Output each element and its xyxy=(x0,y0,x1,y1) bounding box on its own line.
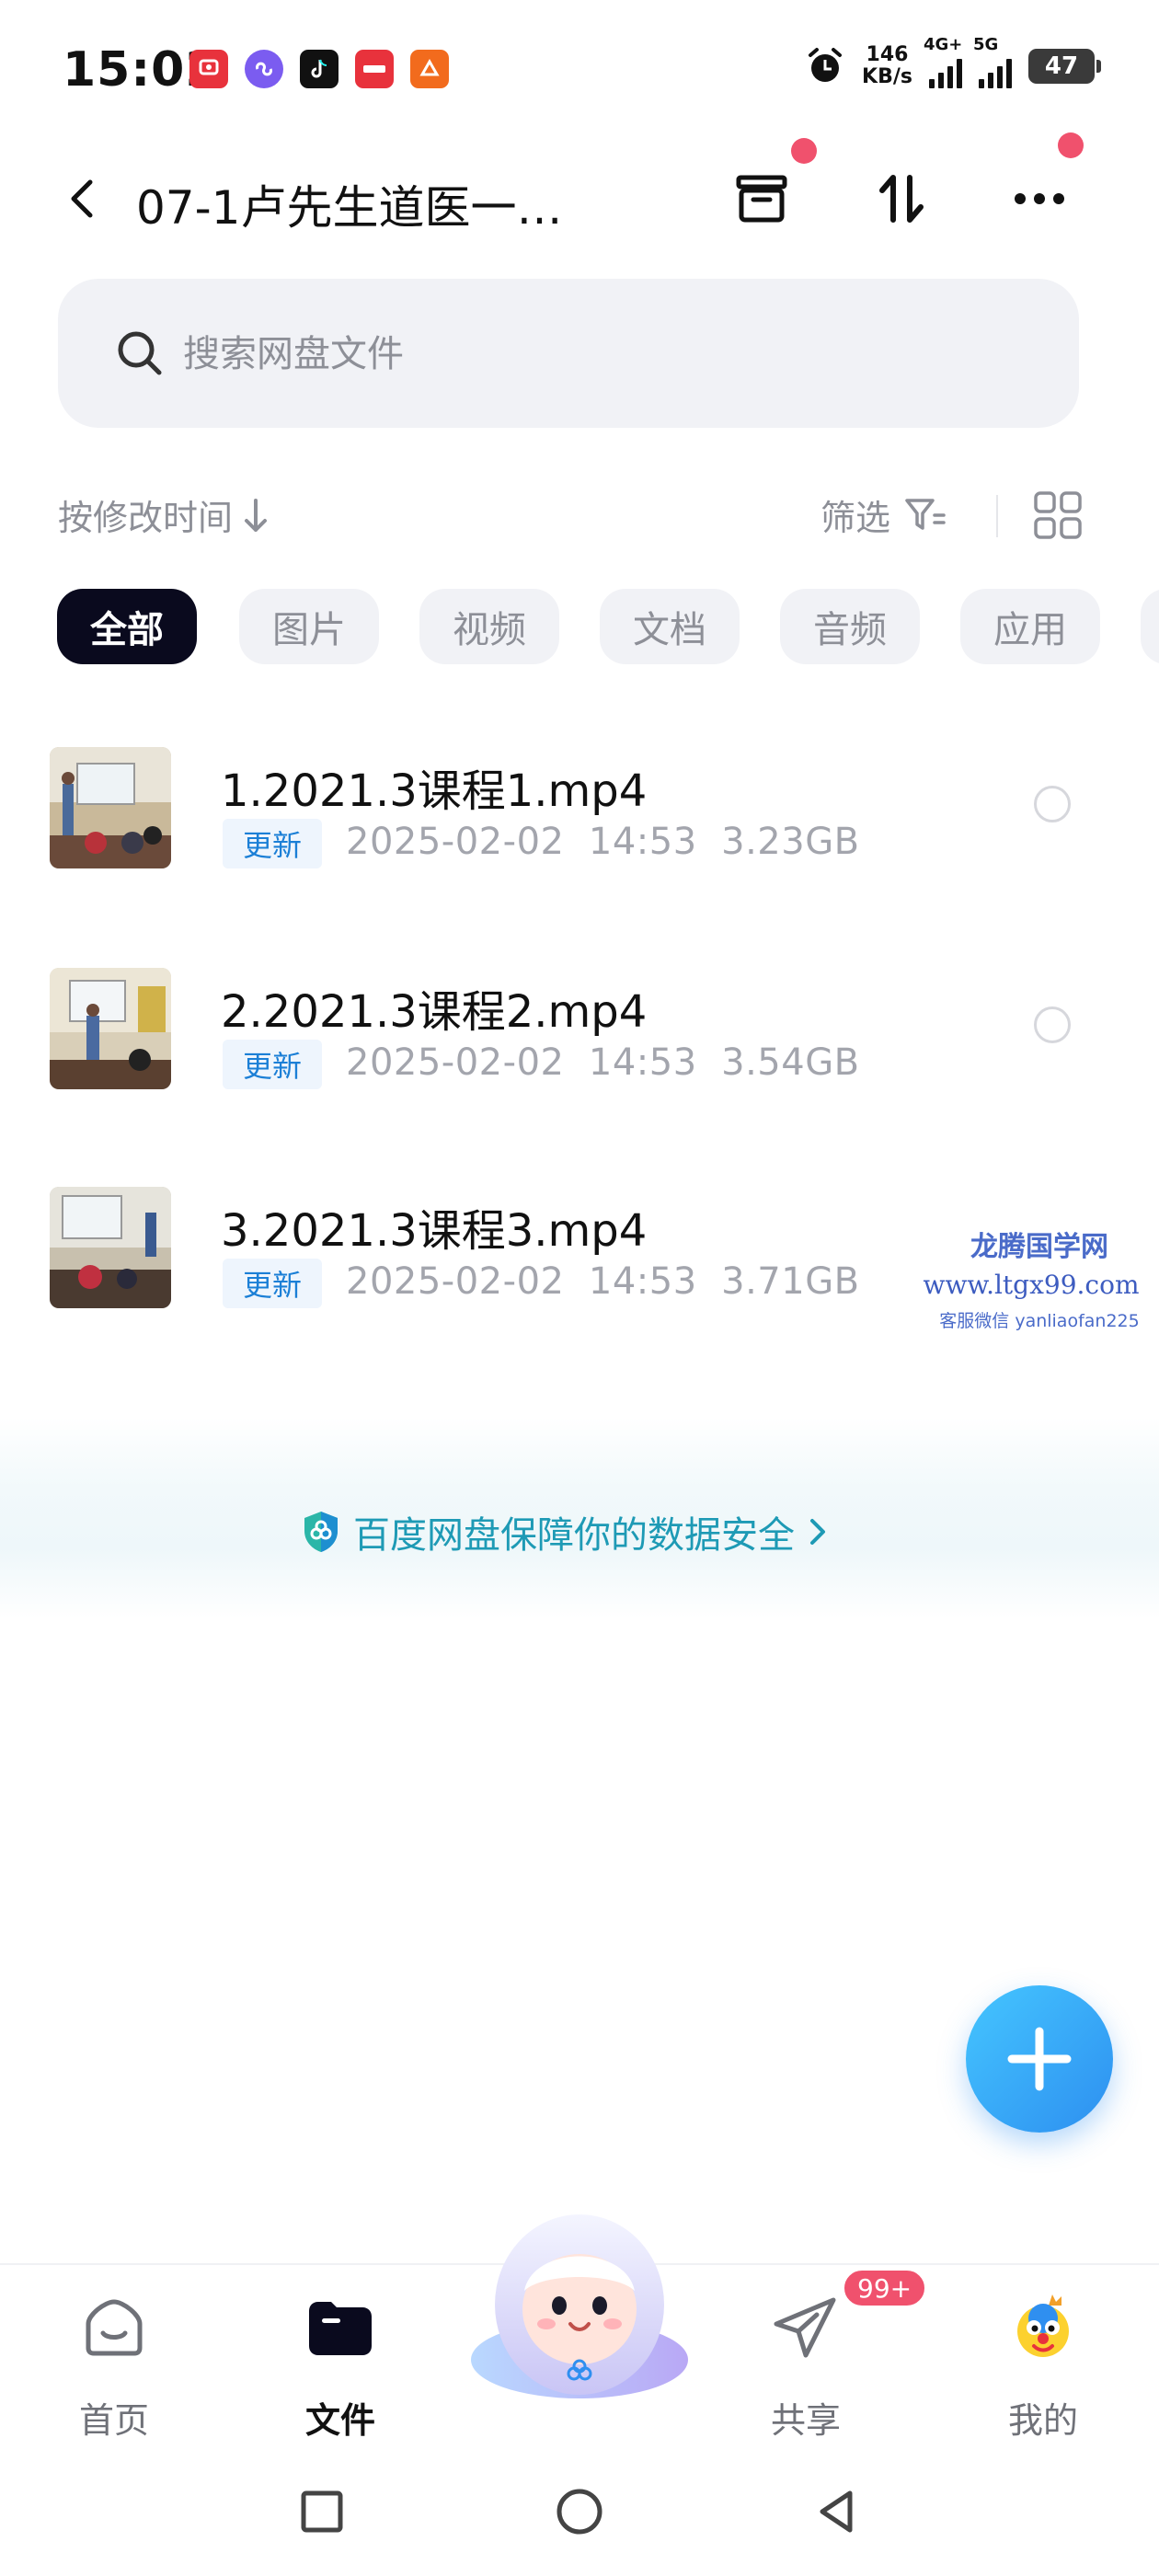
update-badge: 更新 xyxy=(223,819,322,868)
filter-button[interactable]: 筛选 xyxy=(820,489,947,540)
safety-text: 百度网盘保障你的数据安全 xyxy=(353,1514,795,1557)
divider xyxy=(996,495,998,537)
file-name: 2.2021.3课程2.mp4 xyxy=(221,986,648,1038)
filter-funnel-icon xyxy=(905,498,946,530)
app-notification-icon xyxy=(410,50,449,88)
status-bar: 15:02 146 KB/s 4G+ 5G 47 xyxy=(0,0,1159,138)
watermark: 龙腾国学网 www.ltgx99.com 客服微信 yanliaofan225 xyxy=(920,1224,1159,1332)
arrow-down-icon xyxy=(245,498,268,532)
tab-documents[interactable]: 文档 xyxy=(600,589,740,664)
nav-mine-label: 我的 xyxy=(1007,2400,1078,2441)
category-tabs: 全部 图片 视频 文档 音频 应用 xyxy=(55,589,1159,666)
select-radio[interactable] xyxy=(1034,1006,1071,1043)
share-count-badge: 99+ xyxy=(842,2268,928,2308)
sort-by-modified-button[interactable]: 按修改时间 xyxy=(58,489,270,540)
file-row[interactable]: 2.2021.3课程2.mp4 更新 2025-02-02 14:53 3.54… xyxy=(0,968,1159,1152)
plus-icon xyxy=(1007,2027,1072,2091)
shield-icon xyxy=(304,1512,338,1552)
app-notification-icon xyxy=(245,50,283,88)
notification-dot xyxy=(791,138,817,164)
video-thumbnail xyxy=(50,1187,171,1308)
search-input[interactable] xyxy=(183,319,1011,389)
nav-home[interactable]: 首页 xyxy=(40,2291,188,2447)
mascot-assistant-icon[interactable] xyxy=(460,2199,699,2410)
tab-all[interactable]: 全部 xyxy=(57,589,197,664)
safety-link[interactable]: 百度网盘保障你的数据安全 xyxy=(300,1505,830,1558)
signal-4g: 4G+ xyxy=(924,37,962,88)
nav-files[interactable]: 文件 xyxy=(267,2291,414,2447)
transfer-arrows-icon xyxy=(879,175,924,223)
transfer-button[interactable] xyxy=(865,162,938,236)
app-notification-icon xyxy=(355,50,394,88)
nav-files-label: 文件 xyxy=(304,2400,375,2441)
filter-label: 筛选 xyxy=(820,498,891,538)
signal-bars-icon xyxy=(979,55,1012,88)
watermark-line: 龙腾国学网 xyxy=(970,1231,1108,1263)
nav-home-label: 首页 xyxy=(78,2400,149,2441)
tab-images[interactable]: 图片 xyxy=(239,589,379,664)
file-name: 1.2021.3课程1.mp4 xyxy=(221,765,648,817)
video-thumbnail xyxy=(50,968,171,1089)
file-name: 3.2021.3课程3.mp4 xyxy=(221,1205,648,1257)
battery-indicator: 47 xyxy=(1028,49,1101,84)
video-thumbnail xyxy=(50,747,171,868)
file-meta: 2025-02-02 14:53 3.54GB xyxy=(346,1041,860,1084)
update-badge: 更新 xyxy=(223,1259,322,1308)
search-bar[interactable] xyxy=(58,279,1079,428)
archive-button[interactable] xyxy=(725,162,798,236)
add-button[interactable] xyxy=(966,1985,1113,2133)
signal-5g: 5G xyxy=(973,37,1012,88)
tab-audio[interactable]: 音频 xyxy=(780,589,920,664)
home-icon xyxy=(86,2299,143,2356)
nav-share-label: 共享 xyxy=(770,2400,841,2441)
folder-title: 07-1卢先生道医一… xyxy=(136,181,563,235)
clown-avatar-icon xyxy=(1017,2294,1069,2357)
back-triangle-icon[interactable] xyxy=(809,2484,865,2539)
tab-videos[interactable]: 视频 xyxy=(419,589,559,664)
tiktok-notification-icon xyxy=(300,50,339,88)
more-options-button[interactable] xyxy=(1003,162,1076,236)
back-arrow-icon[interactable] xyxy=(55,171,110,226)
network-speed: 146 KB/s xyxy=(862,43,912,88)
sort-label: 按修改时间 xyxy=(58,498,234,538)
signal-bars-icon xyxy=(929,55,962,88)
grid-view-icon[interactable] xyxy=(1032,489,1084,541)
file-meta: 2025-02-02 14:53 3.71GB xyxy=(346,1260,860,1303)
watermark-line: www.ltgx99.com xyxy=(923,1270,1140,1300)
more-dots-icon xyxy=(1015,193,1064,204)
safety-banner: 百度网盘保障你的数据安全 xyxy=(0,1417,1159,1619)
tab-more[interactable] xyxy=(1141,589,1159,664)
home-circle-icon[interactable] xyxy=(552,2484,607,2539)
archive-box-icon xyxy=(736,175,787,223)
select-radio[interactable] xyxy=(1034,786,1071,822)
nav-share[interactable]: 共享 xyxy=(732,2291,879,2447)
baidu-netdisk-folder-screen: 15:02 146 KB/s 4G+ 5G 47 07-1卢先生道医一… 搜索网… xyxy=(0,0,1159,2576)
status-indicators: 146 KB/s 4G+ 5G 47 xyxy=(805,37,1101,88)
search-icon xyxy=(118,331,162,375)
system-navigation-bar xyxy=(0,2456,1159,2576)
nav-mine[interactable]: 我的 xyxy=(970,2291,1117,2447)
tab-apps[interactable]: 应用 xyxy=(960,589,1100,664)
notification-dot xyxy=(1058,132,1084,158)
top-nav-bar: 07-1卢先生道医一… xyxy=(0,132,1159,258)
alarm-icon xyxy=(809,48,843,82)
file-row[interactable]: 1.2021.3课程1.mp4 更新 2025-02-02 14:53 3.23… xyxy=(0,747,1159,931)
folder-icon xyxy=(309,2302,372,2355)
recent-apps-icon[interactable] xyxy=(294,2484,350,2539)
notification-app-icons xyxy=(189,50,449,88)
file-meta: 2025-02-02 14:53 3.23GB xyxy=(346,821,860,863)
update-badge: 更新 xyxy=(223,1040,322,1089)
paper-plane-icon xyxy=(774,2297,836,2358)
app-notification-icon xyxy=(189,50,228,88)
watermark-line: 客服微信 yanliaofan225 xyxy=(939,1311,1140,1331)
chevron-right-icon xyxy=(810,1519,825,1545)
